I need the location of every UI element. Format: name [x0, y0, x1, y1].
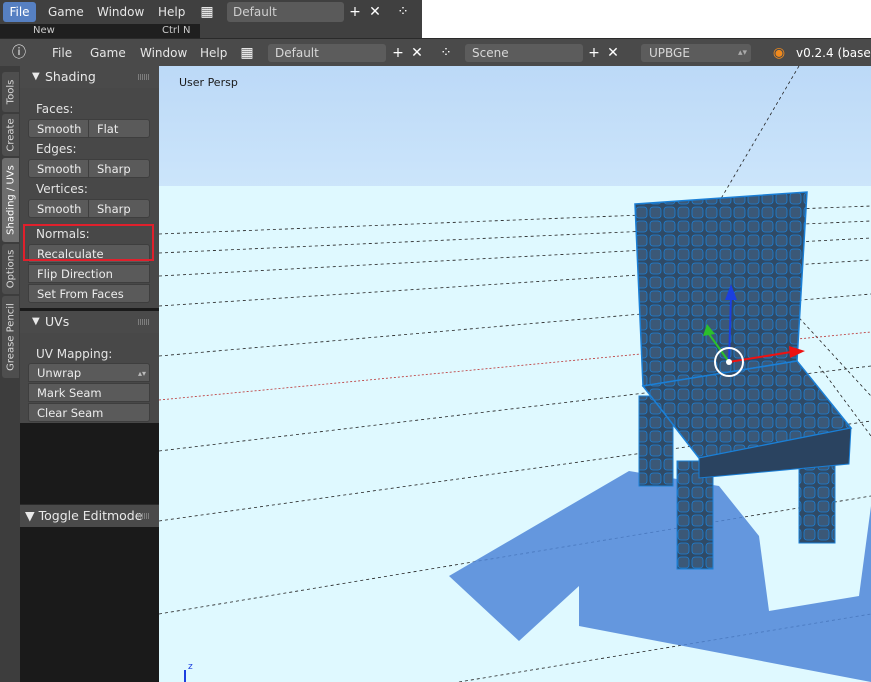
toggle-editmode-title: ▼ Toggle Editmode [25, 508, 143, 523]
uv-mapping-label: UV Mapping: [36, 347, 113, 361]
view-axis-z-label: z [188, 662, 193, 672]
layout-icon[interactable]: ▦ [198, 3, 216, 21]
dropdown-arrows-icon: ▴▾ [737, 48, 747, 58]
tab-options[interactable]: Options [2, 244, 19, 294]
shading-section: ▼ Shading Faces: Smooth Flat Edges: Smoo… [20, 66, 159, 308]
3d-viewport[interactable]: User Persp z [159, 66, 871, 682]
delete-scene-icon[interactable]: ✕ [604, 44, 622, 62]
scene-icon[interactable]: ⁘ [394, 3, 412, 21]
tab-grease-pencil[interactable]: Grease Pencil [2, 296, 19, 378]
set-from-faces-button[interactable]: Set From Faces [28, 284, 150, 303]
tab-shading-uvs[interactable]: Shading / UVs [2, 158, 19, 242]
tab-tools-label: Tools [5, 79, 16, 105]
new-item-shortcut: Ctrl N [162, 25, 191, 36]
chair-backrest[interactable] [634, 191, 808, 387]
ghost-menu-game[interactable]: Game [48, 2, 84, 22]
close-icon[interactable]: ✕ [366, 3, 384, 21]
faces-label: Faces: [36, 102, 74, 116]
delete-screen-icon[interactable]: ✕ [408, 44, 426, 62]
menu-window[interactable]: Window [140, 46, 187, 60]
tab-options-label: Options [5, 249, 16, 289]
scene-field[interactable]: Scene [465, 44, 583, 62]
clear-seam-button[interactable]: Clear Seam [28, 403, 150, 422]
info-icon[interactable]: ⓘ [10, 44, 28, 62]
toggle-editmode-header[interactable]: ▼ Toggle Editmode [20, 504, 159, 527]
uvs-header[interactable]: ▼ UVs [20, 311, 159, 333]
add-icon[interactable]: + [346, 3, 364, 21]
shading-title: Shading [45, 69, 96, 84]
menu-game[interactable]: Game [90, 46, 126, 60]
edges-sharp-button[interactable]: Sharp [88, 159, 150, 178]
render-engine-label: UPBGE [649, 46, 690, 60]
gizmo-center-dot [726, 359, 732, 365]
highlight-box [23, 224, 154, 261]
unwrap-menu-button[interactable]: Unwrap ▴▾ [28, 363, 150, 382]
tab-grease-pencil-label: Grease Pencil [5, 303, 16, 371]
edges-smooth-button[interactable]: Smooth [28, 159, 89, 178]
vertices-sharp-button[interactable]: Sharp [88, 199, 150, 218]
new-item-label: New [33, 25, 55, 36]
drag-grip-icon[interactable] [138, 319, 149, 325]
screen-layout-field[interactable]: Default [268, 44, 386, 62]
mark-seam-button[interactable]: Mark Seam [28, 383, 150, 402]
ghost-menu-file[interactable]: File [3, 2, 36, 22]
collapse-triangle-icon: ▼ [32, 316, 40, 327]
render-engine-select[interactable]: UPBGE ▴▾ [641, 44, 751, 62]
chair-leg-front-right[interactable] [798, 460, 836, 544]
faces-smooth-button[interactable]: Smooth [28, 119, 89, 138]
version-label: v0.2.4 (based [796, 46, 871, 60]
toolshelf-tabs: Tools Create Shading / UVs Options Greas… [0, 66, 20, 682]
viewport-scene [159, 66, 871, 682]
collapse-triangle-icon: ▼ [32, 71, 40, 82]
shading-header[interactable]: ▼ Shading [20, 66, 159, 88]
tab-create[interactable]: Create [2, 114, 19, 156]
drag-grip-icon[interactable] [138, 74, 149, 80]
blender-logo-icon: ◉ [772, 45, 786, 61]
flip-direction-button[interactable]: Flip Direction [28, 264, 150, 283]
viewport-view-label: User Persp [179, 76, 238, 89]
background-window-header: File Game Window Help ▦ Default + ✕ ⁘ Ne… [0, 0, 422, 38]
tab-create-label: Create [5, 118, 16, 152]
vertices-smooth-button[interactable]: Smooth [28, 199, 89, 218]
sky [159, 66, 871, 196]
screen-layout-icon[interactable]: ▦ [238, 44, 256, 62]
ghost-menu-help[interactable]: Help [158, 2, 185, 22]
tab-tools[interactable]: Tools [2, 72, 19, 112]
edges-label: Edges: [36, 142, 77, 156]
scene-icon[interactable]: ⁘ [437, 44, 455, 62]
ghost-layout-field[interactable]: Default [227, 2, 344, 22]
info-header: ⓘ File Game Window Help ▦ Default + ✕ ⁘ … [0, 38, 871, 67]
toggle-editmode-label: Toggle Editmode [38, 508, 143, 523]
drag-grip-icon[interactable] [138, 513, 149, 519]
vertices-label: Vertices: [36, 182, 88, 196]
tool-shelf-panel: ▼ Shading Faces: Smooth Flat Edges: Smoo… [20, 66, 159, 682]
menu-help[interactable]: Help [200, 46, 227, 60]
add-screen-icon[interactable]: + [389, 44, 407, 62]
ghost-menu-window[interactable]: Window [97, 2, 144, 22]
ghost-file-menu-new[interactable]: New Ctrl N [0, 24, 200, 38]
menu-arrows-icon: ▴▾ [137, 369, 146, 378]
unwrap-label: Unwrap [37, 366, 82, 380]
menu-file[interactable]: File [52, 46, 72, 60]
uvs-title: UVs [45, 314, 70, 329]
faces-flat-button[interactable]: Flat [88, 119, 150, 138]
uvs-section: ▼ UVs UV Mapping: Unwrap ▴▾ Mark Seam Cl… [20, 311, 159, 423]
add-scene-icon[interactable]: + [585, 44, 603, 62]
tab-shading-uvs-label: Shading / UVs [5, 165, 16, 235]
